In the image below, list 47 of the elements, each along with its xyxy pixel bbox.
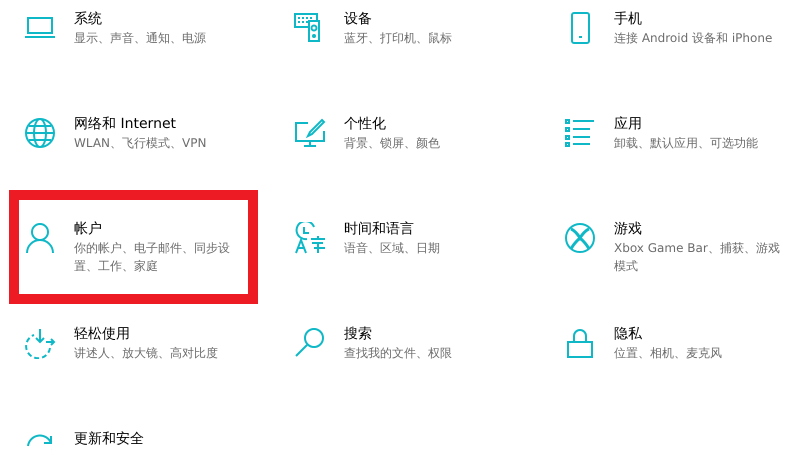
settings-category[interactable]: 手机 连接 Android 设备和 iPhone [559, 0, 788, 84]
settings-category[interactable]: 更新和安全 [19, 410, 248, 450]
category-title: 游戏 [614, 220, 643, 238]
category-title: 搜索 [344, 325, 373, 343]
list-icon [564, 117, 596, 149]
category-title: 隐私 [614, 325, 643, 343]
settings-category[interactable]: 系统 显示、声音、通知、电源 [19, 0, 248, 84]
category-description: 查找我的文件、权限 [344, 345, 452, 362]
category-description: 显示、声音、通知、电源 [74, 30, 206, 47]
settings-category[interactable]: 游戏 Xbox Game Bar、捕获、游戏模式 [559, 200, 788, 294]
settings-category[interactable]: 轻松使用 讲述人、放大镜、高对比度 [19, 305, 248, 399]
search-icon [294, 327, 326, 359]
category-description: 讲述人、放大镜、高对比度 [74, 345, 218, 362]
category-description: 背景、锁屏、颜色 [344, 135, 440, 152]
xbox-logo-icon [564, 222, 596, 254]
category-description: 位置、相机、麦克风 [614, 345, 722, 362]
settings-category[interactable]: 时间和语言 语音、区域、日期 [289, 200, 518, 294]
category-title: 时间和语言 [344, 220, 415, 238]
category-title: 个性化 [344, 115, 387, 133]
category-description: 语音、区域、日期 [344, 240, 440, 257]
category-description: 你的帐户、电子邮件、同步设置、工作、家庭 [74, 240, 231, 275]
monitor-brush-icon [294, 117, 326, 149]
category-title: 系统 [74, 10, 103, 28]
category-description: 卸载、默认应用、可选功能 [614, 135, 758, 152]
category-description: Xbox Game Bar、捕获、游戏模式 [614, 240, 781, 275]
globe-icon [24, 117, 56, 149]
user-icon [24, 222, 56, 254]
category-title: 应用 [614, 115, 643, 133]
settings-category[interactable]: 个性化 背景、锁屏、颜色 [289, 95, 518, 189]
clock-language-icon [294, 222, 326, 254]
settings-category[interactable]: 帐户 你的帐户、电子邮件、同步设置、工作、家庭 [19, 200, 248, 294]
category-description: WLAN、飞行模式、VPN [74, 135, 206, 152]
settings-category[interactable]: 设备 蓝牙、打印机、鼠标 [289, 0, 518, 84]
category-title: 设备 [344, 10, 373, 28]
settings-category[interactable]: 搜索 查找我的文件、权限 [289, 305, 518, 399]
category-title: 手机 [614, 10, 643, 28]
settings-category[interactable]: 网络和 Internet WLAN、飞行模式、VPN [19, 95, 248, 189]
settings-category[interactable]: 隐私 位置、相机、麦克风 [559, 305, 788, 399]
category-title: 帐户 [74, 220, 103, 238]
category-description: 连接 Android 设备和 iPhone [614, 30, 772, 47]
category-description: 蓝牙、打印机、鼠标 [344, 30, 452, 47]
lock-icon [564, 327, 596, 359]
accessibility-icon [24, 327, 56, 359]
settings-category[interactable]: 应用 卸载、默认应用、可选功能 [559, 95, 788, 189]
category-title: 更新和安全 [74, 430, 144, 448]
category-title: 轻松使用 [74, 325, 131, 343]
category-title: 网络和 Internet [74, 115, 178, 133]
